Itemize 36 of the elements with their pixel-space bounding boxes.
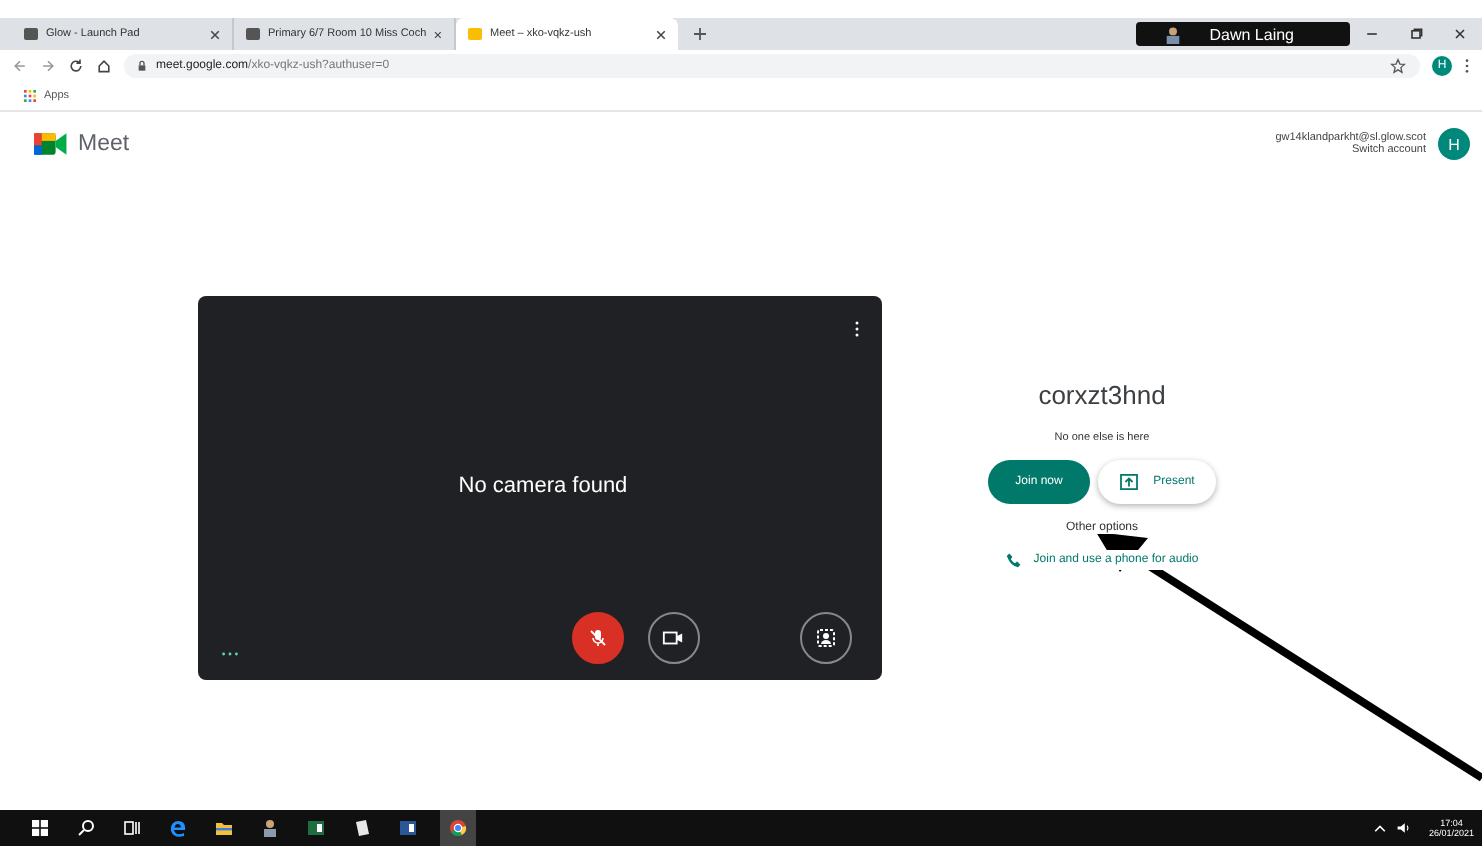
presenter-badge: Dawn Laing [1135, 22, 1350, 46]
person-icon [1163, 25, 1182, 43]
close-icon[interactable] [210, 29, 220, 39]
chevron-up-icon[interactable] [1372, 820, 1389, 836]
back-icon[interactable] [12, 58, 28, 74]
star-icon[interactable] [1390, 58, 1406, 74]
meet-logo-icon [34, 130, 68, 158]
lock-icon [138, 60, 146, 72]
home-icon[interactable] [96, 58, 112, 74]
effects-button[interactable] [800, 612, 852, 664]
close-icon[interactable] [1452, 26, 1468, 42]
person-frame-icon [816, 628, 836, 648]
no-camera-message: No camera found [458, 474, 628, 498]
favicon-icon [24, 28, 38, 40]
restore-icon[interactable] [1408, 26, 1424, 42]
chrome-icon[interactable] [439, 810, 475, 846]
microphone-button[interactable] [571, 612, 623, 664]
favicon-icon [468, 28, 482, 40]
camera-icon [662, 628, 684, 648]
forward-icon[interactable] [40, 58, 56, 74]
close-icon[interactable] [656, 29, 666, 39]
app-name: Meet [78, 132, 130, 156]
new-tab-icon[interactable] [694, 28, 706, 40]
camera-button[interactable] [647, 612, 699, 664]
more-options-icon[interactable] [854, 320, 860, 338]
present-screen-icon [1119, 474, 1138, 490]
favicon-icon [246, 28, 260, 40]
close-icon[interactable] [434, 29, 442, 39]
microphone-off-icon [587, 628, 607, 648]
apps-grid-icon [24, 90, 36, 102]
speaker-icon[interactable] [1396, 820, 1413, 836]
menu-icon[interactable] [1464, 58, 1470, 74]
reload-icon[interactable] [68, 58, 84, 74]
account-avatar[interactable]: H [1438, 128, 1470, 160]
meeting-name: corxzt3hnd [1038, 380, 1166, 410]
phone-icon [1005, 552, 1022, 568]
